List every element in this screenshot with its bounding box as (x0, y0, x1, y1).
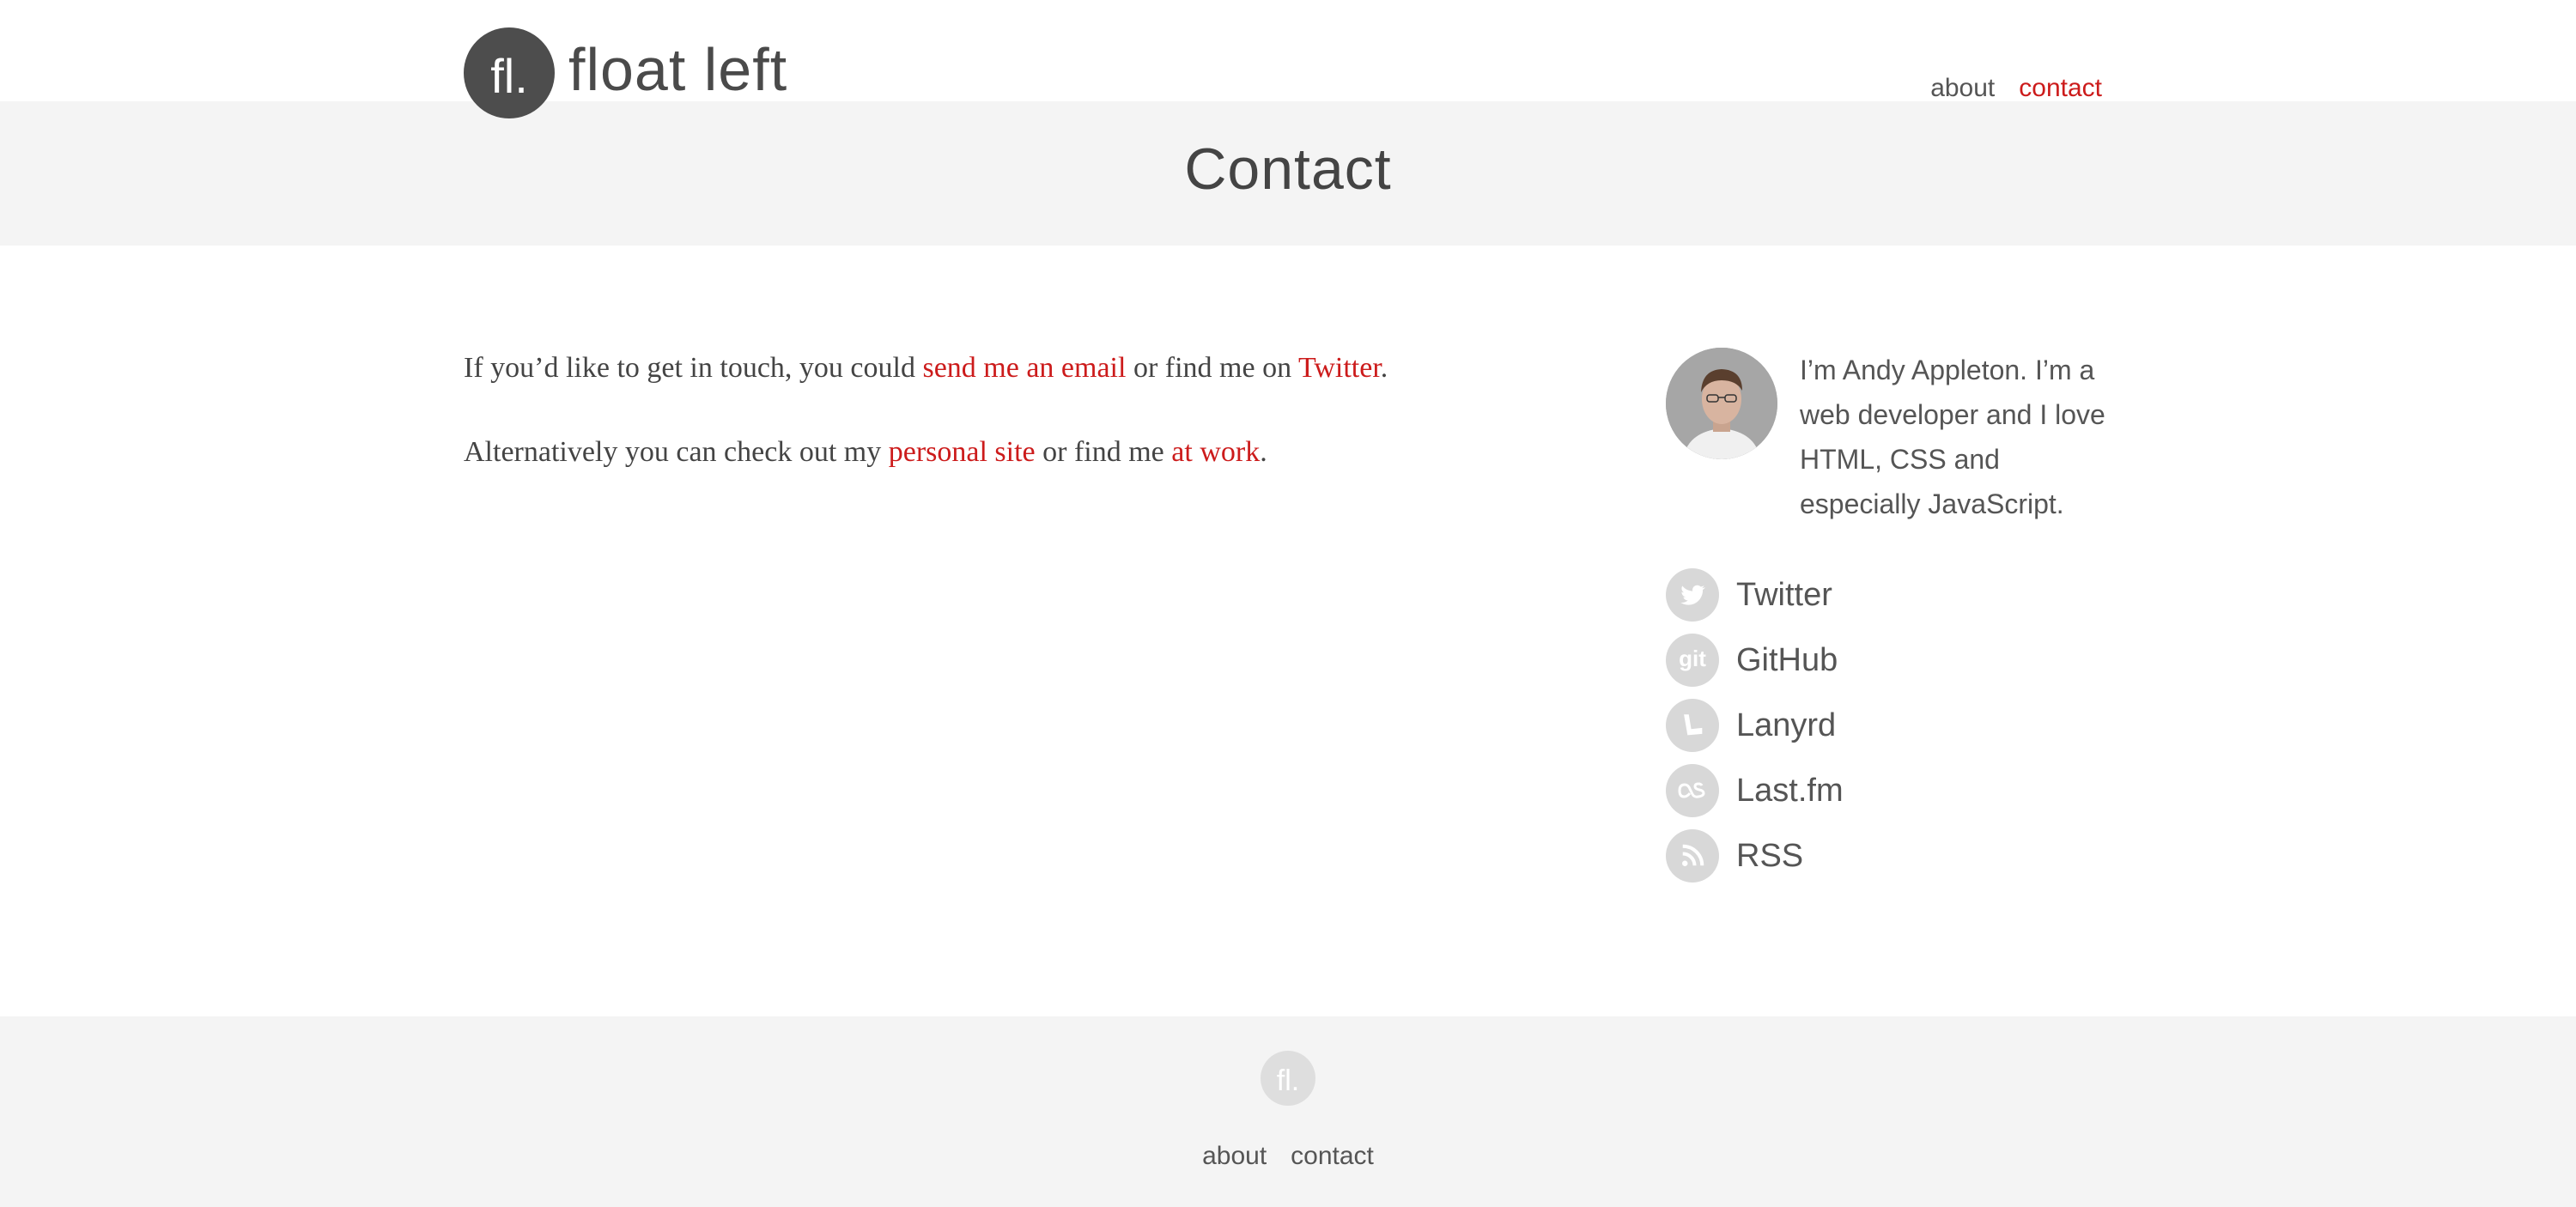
p1-text-middle: or find me on (1126, 352, 1298, 384)
site-logo-link[interactable]: fl. float left (464, 27, 787, 118)
p2-text-before: Alternatively you can check out my (464, 436, 889, 468)
author-bio: I’m Andy Appleton. I’m a web developer a… (1666, 348, 2112, 526)
page-title-band: Contact (0, 101, 2576, 246)
social-link-twitter[interactable]: Twitter (1666, 562, 2112, 628)
personal-site-link[interactable]: personal site (889, 436, 1036, 468)
twitter-text-link[interactable]: Twitter (1298, 352, 1381, 384)
logo-mark: fl. (464, 27, 555, 118)
main-nav: about contact (1930, 74, 2102, 103)
github-icon: git (1666, 634, 1719, 687)
contact-paragraph-2: Alternatively you can check out my perso… (464, 428, 1528, 477)
rss-icon (1666, 829, 1719, 883)
twitter-icon (1666, 568, 1719, 622)
footer-nav: about contact (0, 1142, 2576, 1171)
p2-text-after: . (1260, 436, 1267, 468)
nav-contact-link[interactable]: contact (2019, 74, 2102, 103)
p1-text-after: . (1380, 352, 1388, 384)
lastfm-icon (1666, 764, 1719, 817)
social-link-label: GitHub (1736, 641, 1838, 678)
social-link-lastfm[interactable]: Last.fm (1666, 758, 2112, 823)
sidebar: I’m Andy Appleton. I’m a web developer a… (1666, 348, 2112, 889)
work-link[interactable]: at work (1171, 436, 1260, 468)
social-link-rss[interactable]: RSS (1666, 823, 2112, 889)
main-content: If you’d like to get in touch, you could… (464, 343, 1528, 512)
email-link[interactable]: send me an email (922, 352, 1126, 384)
footer-contact-link[interactable]: contact (1291, 1142, 1374, 1171)
social-links: Twitter git GitHub Lanyrd Last.fm RSS (1666, 562, 2112, 889)
social-link-label: Lanyrd (1736, 707, 1837, 743)
site-name: float left (568, 36, 788, 103)
bio-text: I’m Andy Appleton. I’m a web developer a… (1800, 355, 2105, 519)
p1-text-before: If you’d like to get in touch, you could (464, 352, 923, 384)
footer-logo-mark[interactable]: fl. (1261, 1051, 1315, 1106)
avatar (1666, 348, 1777, 459)
social-link-github[interactable]: git GitHub (1666, 628, 2112, 693)
nav-about-link[interactable]: about (1930, 74, 1995, 103)
p2-text-middle: or find me (1035, 436, 1172, 468)
site-header: fl. float left about contact (0, 0, 2576, 118)
social-link-label: Twitter (1736, 576, 1832, 613)
page-title: Contact (1184, 136, 1392, 202)
avatar-portrait-icon (1666, 348, 1777, 459)
lanyrd-icon (1666, 699, 1719, 752)
site-footer: fl. about contact (0, 1016, 2576, 1207)
contact-paragraph-1: If you’d like to get in touch, you could… (464, 343, 1528, 393)
social-link-label: RSS (1736, 837, 1804, 874)
footer-about-link[interactable]: about (1202, 1142, 1267, 1171)
social-link-lanyrd[interactable]: Lanyrd (1666, 693, 2112, 758)
social-link-label: Last.fm (1736, 772, 1844, 809)
